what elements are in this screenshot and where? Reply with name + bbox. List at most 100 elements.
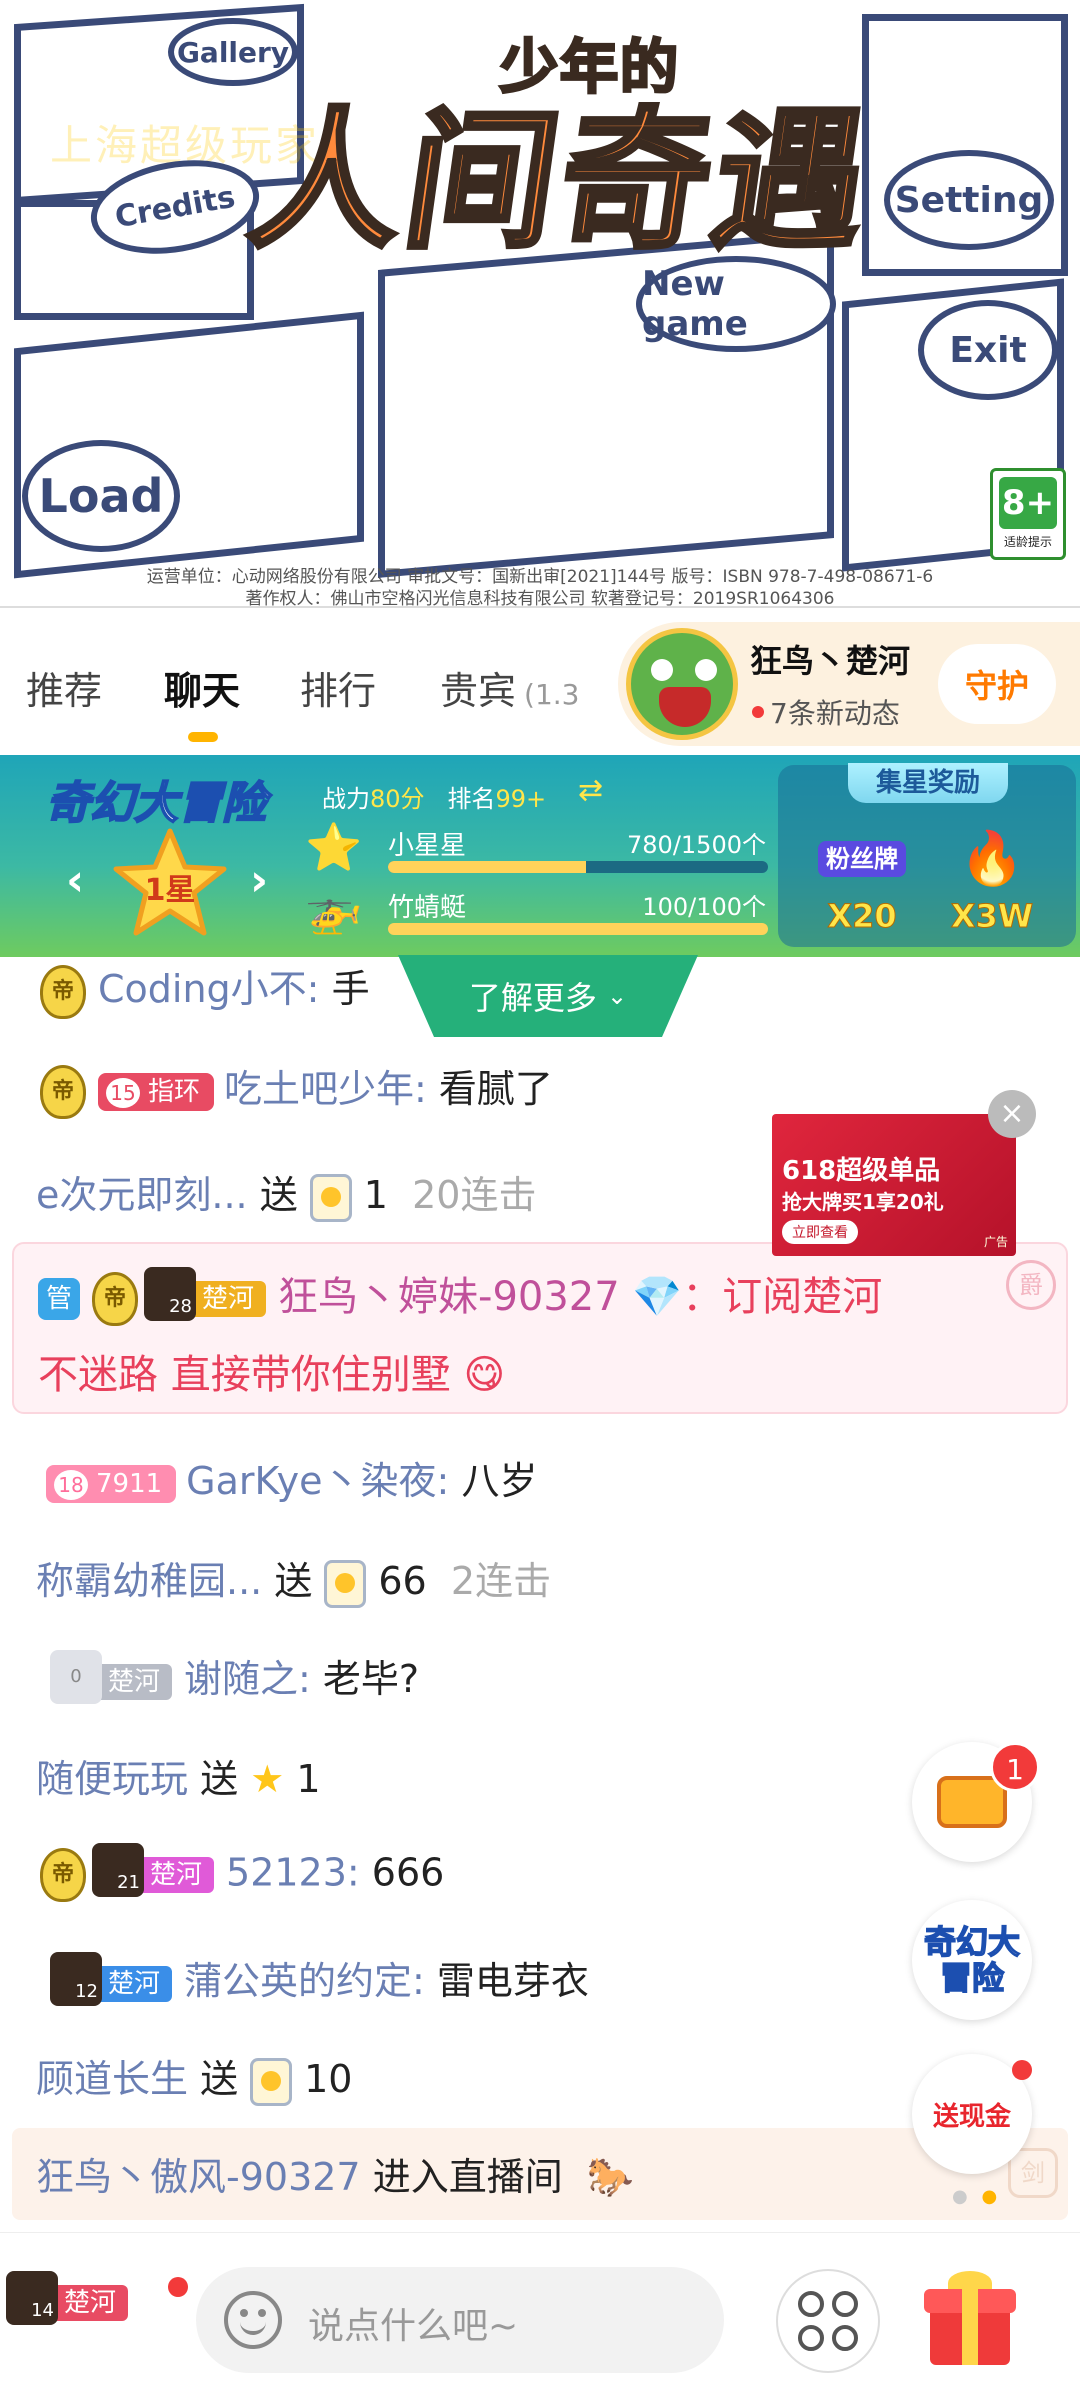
level-badge: 18 7911 bbox=[46, 1464, 177, 1503]
menu-new-game: New game bbox=[636, 256, 836, 352]
ad-banner[interactable]: 618超级单品 抢大牌买1享20礼 立即查看 广告 bbox=[772, 1114, 1016, 1256]
adventure-event-banner[interactable]: 奇幻大冒险 战力80分 排名99+ ⇄ ‹ 1星 › ⭐ 小星星 780/150… bbox=[0, 755, 1080, 957]
fan-level: 14 bbox=[6, 2271, 58, 2325]
reward-count: X3W bbox=[950, 897, 1034, 936]
chat-input[interactable]: 说点什么吧~ bbox=[196, 2267, 724, 2373]
fire-icon: 🔥 bbox=[959, 829, 1025, 889]
chevron-right-icon[interactable]: › bbox=[250, 855, 268, 906]
chat-message[interactable]: 帝 21 楚河 52123: 666 bbox=[40, 1843, 1080, 1902]
emoji-icon: 😋 bbox=[463, 1352, 506, 1398]
enter-room-notice[interactable]: 狂鸟丶傲风-90327 进入直播间 🐎 剑 bbox=[12, 2128, 1068, 2220]
chat-message[interactable]: 18 7911 GarKye丶染夜: 八岁 bbox=[46, 1450, 1080, 1505]
fan-label: 楚河 bbox=[108, 1968, 161, 1999]
ring-label: 指环 bbox=[148, 1076, 201, 1107]
my-fan-badge[interactable]: 14 楚河 bbox=[6, 2271, 129, 2325]
reward-title: 集星奖励 bbox=[848, 763, 1008, 803]
gift-action: 送 bbox=[200, 2057, 239, 2101]
noble-crown-icon: 帝 bbox=[40, 1064, 86, 1119]
room-tab-bar: 推荐 聊天 排行 贵宾 (1.3 狂鸟丶楚河 7条新动态 守护 bbox=[0, 610, 1080, 755]
fan-badge: 12 楚河 bbox=[50, 1951, 173, 2006]
fan-level: 28 bbox=[144, 1267, 196, 1321]
chat-username[interactable]: 吃土吧少年: bbox=[224, 1067, 427, 1111]
emoji-icon[interactable] bbox=[224, 2291, 282, 2349]
chevron-left-icon[interactable]: ‹ bbox=[66, 855, 84, 906]
gift-icon bbox=[324, 1559, 367, 1608]
gift-count: 1 bbox=[363, 1173, 388, 1217]
fan-label: 楚河 bbox=[150, 1860, 203, 1890]
chat-username[interactable]: GarKye丶染夜: bbox=[186, 1459, 449, 1503]
gift-button[interactable] bbox=[920, 2267, 1020, 2367]
chat-username[interactable]: 称霸幼稚园... bbox=[36, 1559, 262, 1603]
chat-username[interactable]: 狂鸟丶婷妹-90327 bbox=[278, 1274, 620, 1320]
star-gift-icon: ★ bbox=[250, 1757, 285, 1801]
anchor-status: 7条新动态 bbox=[770, 697, 900, 730]
notification-dot bbox=[168, 2277, 188, 2297]
horse-mount-icon: 🐎 bbox=[586, 2155, 635, 2199]
swap-icon[interactable]: ⇄ bbox=[578, 773, 603, 808]
chat-username[interactable]: Coding小不: bbox=[98, 967, 319, 1011]
star-reward-card[interactable]: 集星奖励 粉丝牌 X20 🔥 X3W bbox=[778, 763, 1076, 947]
fan-level: 12 bbox=[50, 1951, 102, 2006]
active-tab-indicator bbox=[188, 732, 218, 742]
gift-icon bbox=[309, 1173, 352, 1222]
reward-count: X20 bbox=[827, 897, 897, 936]
pinned-text-2: 不迷路 直接带你住别墅 bbox=[38, 1352, 451, 1398]
anchor-info-card[interactable]: 狂鸟丶楚河 7条新动态 守护 bbox=[618, 622, 1080, 746]
tab-chat[interactable]: 聊天 bbox=[164, 660, 240, 715]
progress-bar bbox=[388, 861, 768, 873]
chat-username[interactable]: 蒲公英的约定: bbox=[184, 1959, 425, 2003]
bamboo-dragonfly-icon: 🚁 bbox=[305, 882, 363, 936]
noble-crown-icon: 帝 bbox=[40, 1848, 86, 1902]
chevron-down-icon: ⌄ bbox=[607, 982, 628, 1010]
gift-combo: 20连击 bbox=[412, 1173, 537, 1217]
ad-cta-button[interactable]: 立即查看 bbox=[782, 1220, 858, 1244]
chat-username[interactable]: 顾道长生 bbox=[36, 2057, 188, 2101]
tab-ranking[interactable]: 排行 bbox=[300, 660, 376, 715]
more-features-button[interactable] bbox=[776, 2269, 880, 2373]
learn-more-label: 了解更多 bbox=[468, 979, 597, 1017]
chat-message[interactable]: 帝 15 指环 吃土吧少年: 看腻了 bbox=[40, 1058, 1080, 1119]
avatar[interactable] bbox=[626, 628, 738, 740]
live-video-player[interactable]: 上海超级玩家 少年的 人间奇遇 Gallery Credits Load New… bbox=[0, 0, 1080, 608]
rank-value: 99+ bbox=[495, 785, 547, 813]
pinned-message[interactable]: 管帝 28 楚河 狂鸟丶婷妹-90327 💎：订阅楚河 不迷路 直接带你住别墅 😋 爵 bbox=[12, 1242, 1068, 1414]
ad-headline: 618超级单品 bbox=[782, 1156, 941, 1186]
tab-vip-label: 贵宾 bbox=[440, 669, 517, 713]
game-title-main: 人间奇遇 bbox=[238, 93, 883, 272]
reward-fan-badge-label: 粉丝牌 bbox=[818, 841, 906, 877]
chat-username[interactable]: 52123: bbox=[226, 1851, 360, 1895]
chat-username[interactable]: 谢随之: bbox=[184, 1657, 311, 1701]
enter-room-text: 狂鸟丶傲风-90327 进入直播间 🐎 bbox=[36, 2146, 1036, 2201]
diamond-icon: 💎 bbox=[632, 1274, 683, 1320]
chat-message[interactable]: 0 楚河 谢随之: 老毕? bbox=[50, 1648, 1080, 1704]
reward-fan-badge: 粉丝牌 X20 bbox=[802, 821, 922, 936]
grid-icon-dot bbox=[832, 2325, 858, 2351]
tab-vip-count: (1.3 bbox=[524, 678, 580, 711]
chat-username[interactable]: 随便玩玩 bbox=[36, 1757, 188, 1801]
tab-vip[interactable]: 贵宾 (1.3 bbox=[440, 660, 579, 715]
adventure-event-button[interactable]: 奇幻大冒险 bbox=[912, 1900, 1032, 2020]
ring-level: 15 bbox=[106, 1077, 140, 1108]
power-value: 80分 bbox=[370, 785, 425, 813]
chat-username[interactable]: 狂鸟丶傲风-90327 bbox=[36, 2155, 361, 2199]
anchor-name: 狂鸟丶楚河 bbox=[750, 642, 911, 680]
gift-count: 1 bbox=[296, 1757, 321, 1801]
close-icon[interactable]: × bbox=[988, 1090, 1036, 1138]
progress-item-name: 竹蜻蜓 bbox=[388, 893, 467, 923]
pinned-text-1: ：订阅楚河 bbox=[682, 1274, 883, 1320]
fan-badge: 28 楚河 bbox=[144, 1267, 267, 1321]
fan-badge: 0 楚河 bbox=[50, 1649, 173, 1704]
sword-watermark-icon: 剑 bbox=[1008, 2148, 1058, 2198]
tab-recommend[interactable]: 推荐 bbox=[26, 660, 102, 715]
chat-text: 八岁 bbox=[461, 1459, 538, 1503]
chat-text: 老毕? bbox=[322, 1657, 420, 1701]
fan-badge: 21 楚河 bbox=[92, 1843, 215, 1897]
learn-more-button[interactable]: 了解更多 ⌄ bbox=[398, 955, 698, 1037]
guard-button[interactable]: 守护 bbox=[938, 644, 1056, 724]
rank-label: 排名 bbox=[447, 785, 496, 813]
gift-message[interactable]: 称霸幼稚园... 送 66 2连击 bbox=[36, 1550, 1080, 1608]
menu-setting: Setting bbox=[884, 150, 1054, 250]
chat-username[interactable]: e次元即刻... bbox=[36, 1173, 248, 1217]
pagination-dots: ● ● bbox=[952, 2186, 1002, 2207]
power-label: 战力 bbox=[322, 785, 370, 813]
